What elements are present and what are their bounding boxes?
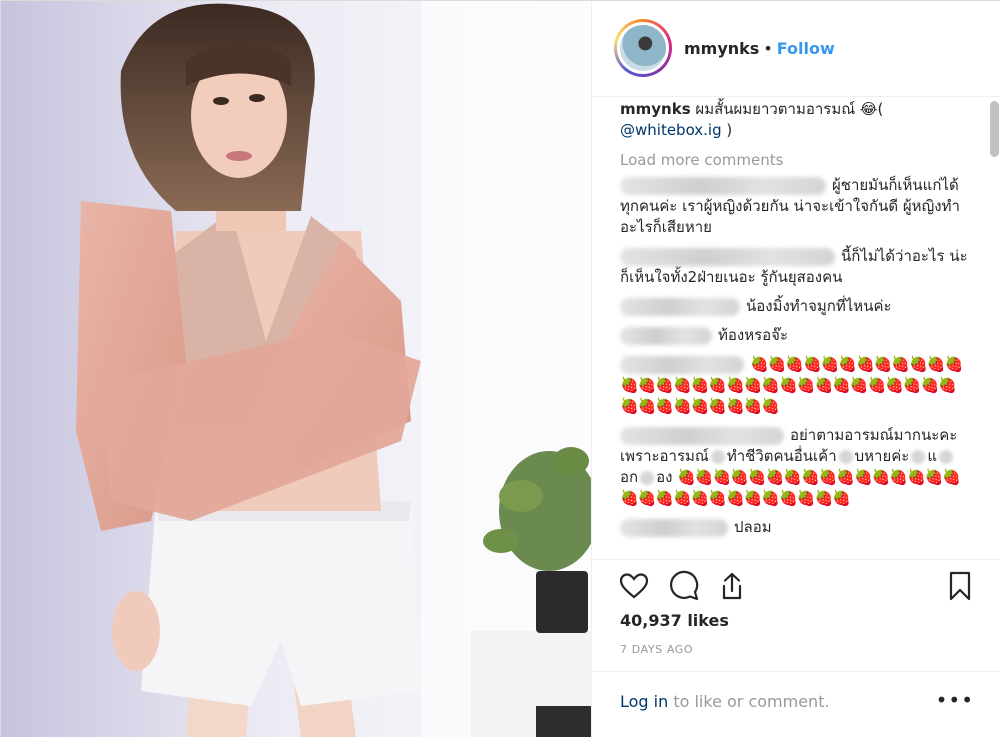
- caption-text: ผมสั้นผมยาวตามอารมณ์ 😂(: [695, 100, 884, 118]
- post-timestamp[interactable]: 7 DAYS AGO: [620, 643, 693, 656]
- comment-text-c: บหายค่ะ: [854, 447, 910, 465]
- likes-text: 40,937 likes: [620, 611, 729, 630]
- post-photo-illustration: [1, 1, 591, 737]
- caption-username[interactable]: mmynks: [620, 100, 691, 118]
- comment-item: ผู้ชายมันก็เห็นแก่ได้ทุกคนค่ะ เราผู้หญิง…: [620, 175, 973, 238]
- blurred-username: [620, 247, 835, 266]
- blurred-username: [620, 176, 826, 195]
- avatar[interactable]: [614, 19, 672, 77]
- header-user-line: mmynks • Follow: [684, 39, 835, 58]
- comment-text-d: แ: [927, 447, 938, 465]
- blurred-username: [620, 426, 784, 445]
- comment-item: น้องมิ้งทำจมูกที่ไหนค่ะ: [620, 296, 973, 317]
- caption-mention-link[interactable]: @whitebox.ig: [620, 121, 722, 139]
- caption-end: ): [726, 121, 733, 139]
- username-link[interactable]: mmynks: [684, 39, 759, 58]
- post-header: mmynks • Follow: [592, 1, 1000, 97]
- load-more-comments-button[interactable]: Load more comments: [620, 150, 973, 171]
- comment-item: นี้ก็ไม่ได้ว่าอะไร น่ะ ก็เห็นใจทั้ง2ฝ่าย…: [620, 246, 973, 288]
- comment-text: ท้องหรอจ๊ะ: [718, 326, 789, 344]
- comment-text: ปลอม: [734, 518, 772, 536]
- post-caption: mmynks ผมสั้นผมยาวตามอารมณ์ 😂( @whitebox…: [620, 99, 973, 141]
- blurred-username: [620, 297, 740, 316]
- more-options-button[interactable]: •••: [936, 688, 974, 712]
- post-details-panel: mmynks • Follow mmynks ผมสั้นผมยาวตามอารมณ…: [591, 1, 1000, 737]
- comment-item: ปลอม: [620, 517, 973, 538]
- comment-item: ท้องหรอจ๊ะ: [620, 325, 973, 346]
- comment-icon[interactable]: [668, 570, 700, 602]
- post-photo[interactable]: [1, 1, 591, 737]
- comment-item: 🍓🍓🍓🍓🍓🍓🍓🍓🍓🍓🍓🍓🍓🍓🍓🍓🍓🍓🍓🍓🍓🍓🍓🍓🍓🍓🍓🍓🍓🍓🍓🍓🍓🍓🍓🍓🍓🍓🍓🍓: [620, 354, 973, 417]
- instagram-post-window: mmynks • Follow mmynks ผมสั้นผมยาวตามอารมณ…: [0, 0, 1000, 737]
- comment-item: อย่าตามอารมณ์มากนะคะ เพราะอารมณ์ ทำชีวิตค…: [620, 425, 973, 509]
- comment-text-b: ทำชีวิตคนอื่นเค้า: [726, 447, 837, 465]
- bookmark-icon[interactable]: [944, 570, 976, 602]
- separator-dot: •: [763, 39, 773, 58]
- post-footer: Log in to like or comment. •••: [592, 671, 1000, 737]
- comment-text-f: อง: [656, 468, 673, 486]
- blurred-word: [911, 449, 926, 464]
- blurred-word: [710, 449, 725, 464]
- follow-button[interactable]: Follow: [777, 39, 835, 58]
- login-rest-text: to like or comment.: [668, 692, 830, 711]
- blurred-word: [838, 449, 853, 464]
- blurred-username: [620, 355, 744, 374]
- comments-scrollbar[interactable]: [990, 101, 999, 157]
- comment-text: น้องมิ้งทำจมูกที่ไหนค่ะ: [746, 297, 892, 315]
- blurred-username: [620, 518, 728, 537]
- comments-list[interactable]: mmynks ผมสั้นผมยาวตามอารมณ์ 😂( @whitebox…: [592, 97, 987, 559]
- blurred-word: [939, 449, 954, 464]
- blurred-word: [640, 470, 655, 485]
- heart-icon[interactable]: [618, 570, 650, 602]
- comment-text-e: อก: [620, 468, 639, 486]
- avatar-image: [617, 22, 669, 74]
- login-prompt: Log in to like or comment.: [620, 692, 830, 711]
- share-icon[interactable]: [716, 570, 748, 602]
- likes-count[interactable]: 40,937 likes: [620, 611, 729, 630]
- action-bar: [592, 559, 1000, 609]
- blurred-username: [620, 326, 712, 345]
- login-link[interactable]: Log in: [620, 692, 668, 711]
